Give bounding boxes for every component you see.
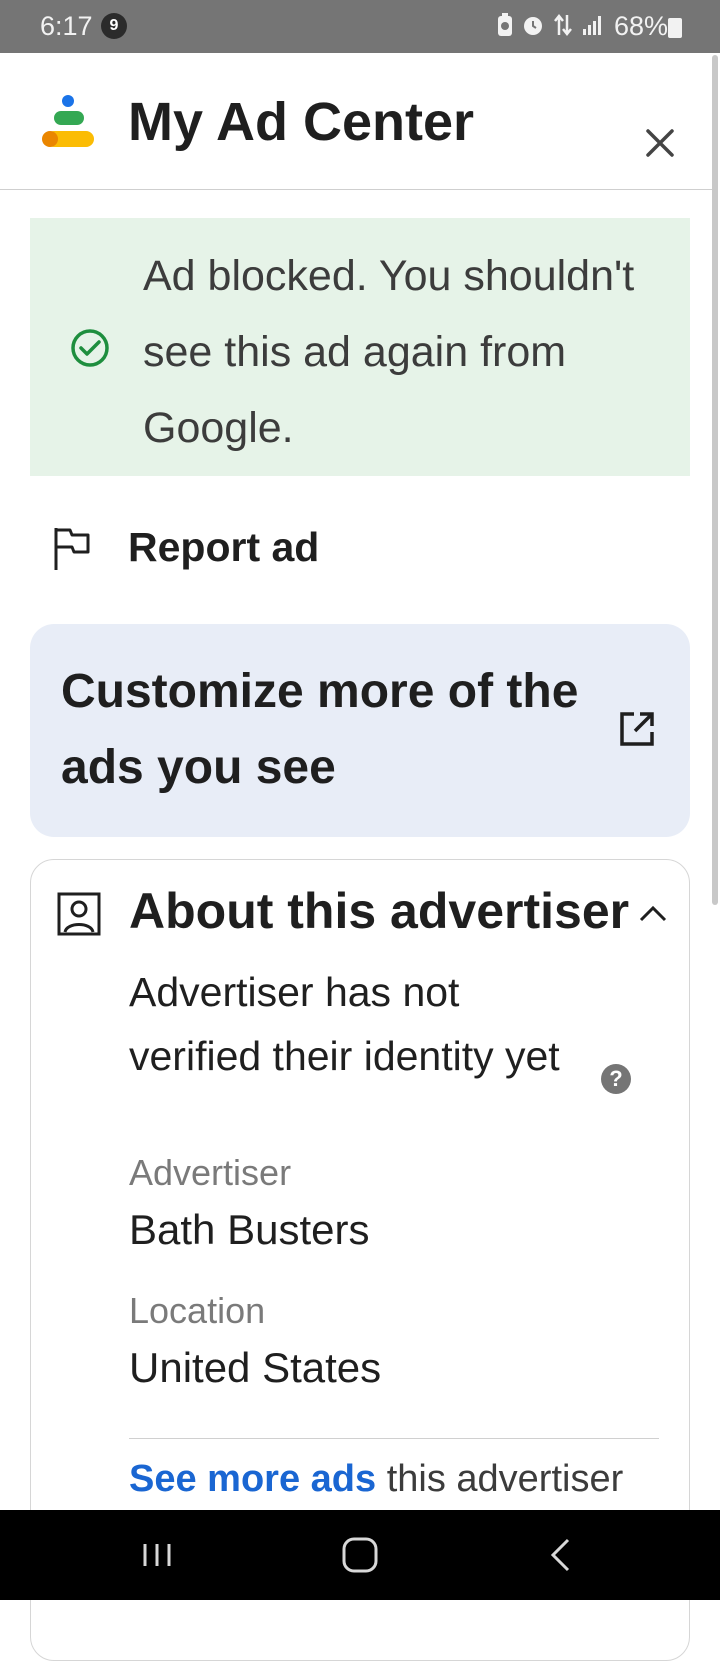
verification-status: Advertiser has not verified their identi…: [129, 969, 560, 1079]
see-more-ads: See more ads this advertiser: [129, 1458, 623, 1501]
about-advertiser-heading: About this advertiser: [129, 883, 630, 939]
recent-apps-icon[interactable]: [132, 1532, 182, 1578]
customize-ads-label: Customize more of the ads you see: [61, 665, 579, 794]
status-time: 6:17: [40, 11, 93, 41]
see-more-ads-rest: this advertiser: [376, 1458, 624, 1500]
page-title: My Ad Center: [128, 92, 475, 152]
advertiser-label: Advertiser: [129, 1152, 292, 1193]
ad-blocked-banner: Ad blocked. You shouldn't see this ad ag…: [30, 218, 690, 476]
see-more-ads-link[interactable]: See more ads: [129, 1458, 376, 1500]
back-icon[interactable]: [536, 1532, 586, 1578]
open-external-icon: [620, 712, 654, 746]
scrollbar[interactable]: [712, 55, 718, 905]
customize-ads-card[interactable]: Customize more of the ads you see: [30, 624, 690, 837]
notification-count-badge: 9: [101, 13, 127, 39]
signal-icon: [583, 16, 601, 35]
close-icon[interactable]: [640, 123, 680, 163]
data-transfer-icon: [554, 13, 572, 37]
help-icon[interactable]: ?: [601, 1064, 631, 1094]
check-circle-icon: [71, 329, 109, 367]
flag-icon: [54, 528, 90, 570]
chevron-up-icon[interactable]: [637, 902, 669, 924]
divider: [129, 1438, 659, 1439]
battery-icon: [668, 18, 682, 38]
location-value: United States: [129, 1344, 382, 1391]
home-icon[interactable]: [335, 1532, 385, 1578]
person-icon: [57, 892, 101, 936]
alarm-icon: [524, 17, 542, 35]
status-icons: [497, 13, 604, 37]
my-ad-center-logo: [42, 95, 94, 147]
report-ad-button[interactable]: Report ad: [30, 502, 690, 594]
header: My Ad Center: [0, 53, 712, 190]
ad-blocked-message: Ad blocked. You shouldn't see this ad ag…: [143, 252, 635, 452]
report-ad-label: Report ad: [128, 524, 320, 570]
battery-percent: 68%: [614, 11, 669, 41]
battery-saver-icon: [498, 13, 512, 36]
advertiser-name: Bath Busters: [129, 1206, 370, 1253]
system-navigation-bar: [0, 1510, 720, 1600]
location-label: Location: [129, 1290, 266, 1331]
status-bar: 6:17 9 68%: [0, 0, 720, 53]
